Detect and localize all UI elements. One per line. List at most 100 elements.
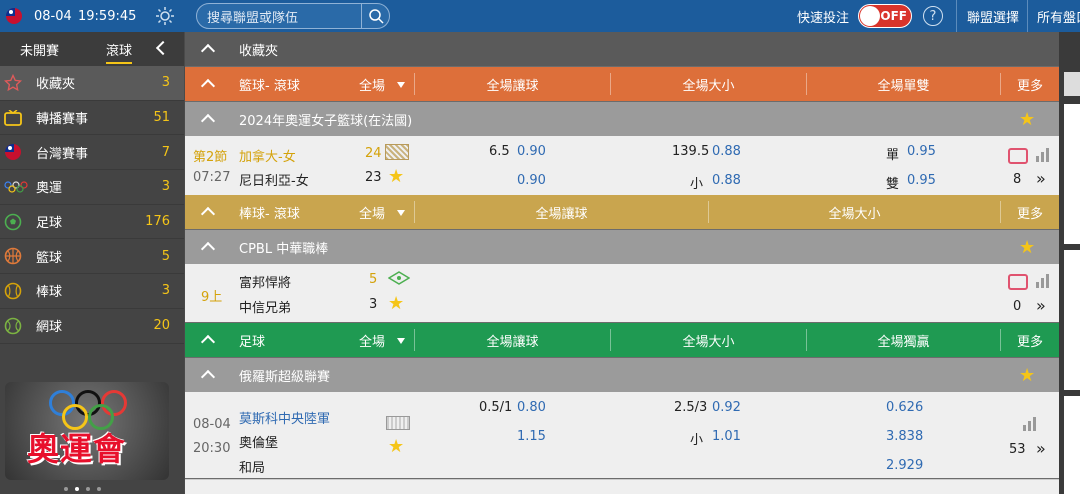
more-count[interactable]: 8 <box>1013 172 1021 187</box>
panel-card[interactable] <box>1064 396 1080 494</box>
odds-button[interactable]: 0.95 <box>907 144 936 159</box>
stats-icon[interactable] <box>1036 148 1049 162</box>
collapse-icon[interactable] <box>200 78 216 94</box>
league-select-button[interactable]: 聯盟選擇 <box>967 0 1019 32</box>
home-team: 加拿大-女 <box>239 150 296 165</box>
odds-button[interactable]: 0.90 <box>517 173 546 188</box>
carousel-dots[interactable] <box>64 487 101 491</box>
collapse-icon[interactable] <box>200 113 216 129</box>
match-row: 08-04 20:30 莫斯科中央陸軍 奧倫堡 和局 ★ 0.5/1 0.80 … <box>185 392 1059 478</box>
odds-button[interactable]: 1.01 <box>712 429 741 444</box>
tennis-ball-icon <box>4 317 22 335</box>
current-time: 19:59:45 <box>78 8 137 24</box>
period-filter[interactable]: 全場 <box>359 203 385 222</box>
chevron-right-icon[interactable]: » <box>1036 296 1046 315</box>
collapse-icon[interactable] <box>200 241 216 257</box>
search-input[interactable]: 搜尋聯盟或隊伍 <box>196 3 390 29</box>
olympics-banner[interactable]: 奧運會 <box>5 382 169 480</box>
quick-bet-label: 快速投注 <box>797 10 850 26</box>
match-date: 08-04 <box>193 417 231 432</box>
more-button[interactable]: 更多 <box>1001 331 1059 350</box>
diamond-icon[interactable] <box>387 271 411 285</box>
dropdown-arrow-icon[interactable] <box>397 338 405 344</box>
odds-button[interactable]: 2.929 <box>886 458 923 473</box>
odds-button[interactable]: 0.90 <box>517 144 546 159</box>
home-team: 富邦悍將 <box>239 276 292 291</box>
live-tv-icon[interactable] <box>1008 148 1028 164</box>
brightness-icon[interactable] <box>155 0 175 32</box>
odds-button[interactable]: 0.92 <box>712 400 741 415</box>
odds-button[interactable]: 0.80 <box>517 400 546 415</box>
period-filter[interactable]: 全場 <box>359 331 385 350</box>
away-score: 23 <box>365 170 382 185</box>
collapse-icon[interactable] <box>200 369 216 385</box>
quick-bet-toggle[interactable]: OFF <box>858 4 912 28</box>
home-score: 5 <box>369 272 378 287</box>
league-header[interactable]: 2024年奧運女子籃球(在法國) ★ <box>185 102 1059 136</box>
sidebar-tabs: 未開賽 滾球 <box>0 32 184 66</box>
sidebar-item-soccer[interactable]: 足球 176 <box>0 205 184 240</box>
panel-tab[interactable] <box>1064 72 1080 96</box>
favorite-star-icon[interactable]: ★ <box>1019 365 1035 386</box>
stats-icon[interactable] <box>1023 417 1036 431</box>
live-tv-icon[interactable] <box>1008 274 1028 290</box>
soccer-header: 足球 全場 全場讓球 全場大小 全場獨贏 更多 <box>185 323 1059 357</box>
all-odds-button[interactable]: 所有盤口 <box>1037 0 1080 32</box>
stats-icon[interactable] <box>1036 274 1049 288</box>
home-team: 莫斯科中央陸軍 <box>239 412 331 427</box>
league-header[interactable]: CPBL 中華職棒 ★ <box>185 230 1059 264</box>
divider <box>1027 0 1028 32</box>
odds-button[interactable]: 0.88 <box>712 144 741 159</box>
match-row: 第2節 07:27 加拿大-女 尼日利亞-女 24 23 ★ 6.5 0.90 … <box>185 136 1059 196</box>
away-team: 尼日利亞-女 <box>239 174 309 189</box>
soccer-ball-icon <box>4 213 22 231</box>
search-icon[interactable] <box>361 4 389 28</box>
period-filter[interactable]: 全場 <box>359 75 385 94</box>
favorite-star-icon[interactable]: ★ <box>388 166 404 187</box>
odds-button[interactable]: 1.15 <box>517 429 546 444</box>
panel-card[interactable] <box>1064 250 1080 390</box>
sidebar-item-favorites[interactable]: 收藏夾 3 <box>0 66 184 101</box>
chevron-right-icon[interactable]: » <box>1036 439 1046 458</box>
favorite-star-icon[interactable]: ★ <box>1019 237 1035 258</box>
collapse-icon[interactable] <box>200 206 216 222</box>
favorite-star-icon[interactable]: ★ <box>388 293 404 314</box>
tab-live[interactable]: 滾球 <box>106 40 133 64</box>
current-date: 08-04 <box>34 8 72 24</box>
sidebar-item-baseball[interactable]: 棒球 3 <box>0 274 184 309</box>
favorites-header[interactable]: 收藏夾 <box>185 32 1059 66</box>
court-icon[interactable] <box>385 144 409 160</box>
top-bar: 08-04 19:59:45 搜尋聯盟或隊伍 快速投注 OFF ? 聯盟選擇 所… <box>0 0 1080 32</box>
dropdown-arrow-icon[interactable] <box>397 82 405 88</box>
sidebar-item-taiwan[interactable]: 台灣賽事 7 <box>0 135 184 171</box>
more-button[interactable]: 更多 <box>1001 75 1059 94</box>
divider <box>956 0 957 32</box>
more-count[interactable]: 0 <box>1013 299 1021 314</box>
banner-title: 奧運會 <box>27 430 127 468</box>
toggle-knob <box>860 6 880 26</box>
odds-button[interactable]: 3.838 <box>886 429 923 444</box>
favorite-star-icon[interactable]: ★ <box>388 436 404 457</box>
collapse-sidebar-icon[interactable] <box>155 40 171 56</box>
basketball-icon <box>4 247 22 265</box>
more-count[interactable]: 53 <box>1009 442 1026 457</box>
sidebar-item-broadcast[interactable]: 轉播賽事 51 <box>0 101 184 136</box>
more-button[interactable]: 更多 <box>1001 203 1059 222</box>
chevron-right-icon[interactable]: » <box>1036 169 1046 188</box>
favorite-star-icon[interactable]: ★ <box>1019 109 1035 130</box>
pitch-icon[interactable] <box>386 416 410 430</box>
panel-card[interactable] <box>1064 104 1080 244</box>
collapse-icon[interactable] <box>200 43 216 59</box>
tab-upcoming[interactable]: 未開賽 <box>20 40 59 59</box>
odds-button[interactable]: 0.88 <box>712 173 741 188</box>
odds-button[interactable]: 0.95 <box>907 173 936 188</box>
sidebar-item-basketball[interactable]: 籃球 5 <box>0 239 184 275</box>
match-row <box>185 479 1059 494</box>
league-header[interactable]: 俄羅斯超級聯賽 ★ <box>185 358 1059 392</box>
help-icon[interactable]: ? <box>923 6 943 26</box>
dropdown-arrow-icon[interactable] <box>397 210 405 216</box>
odds-button[interactable]: 0.626 <box>886 400 923 415</box>
sidebar-item-tennis[interactable]: 網球 20 <box>0 309 184 344</box>
collapse-icon[interactable] <box>200 334 216 350</box>
sidebar-item-olympics[interactable]: 奧運 3 <box>0 170 184 205</box>
